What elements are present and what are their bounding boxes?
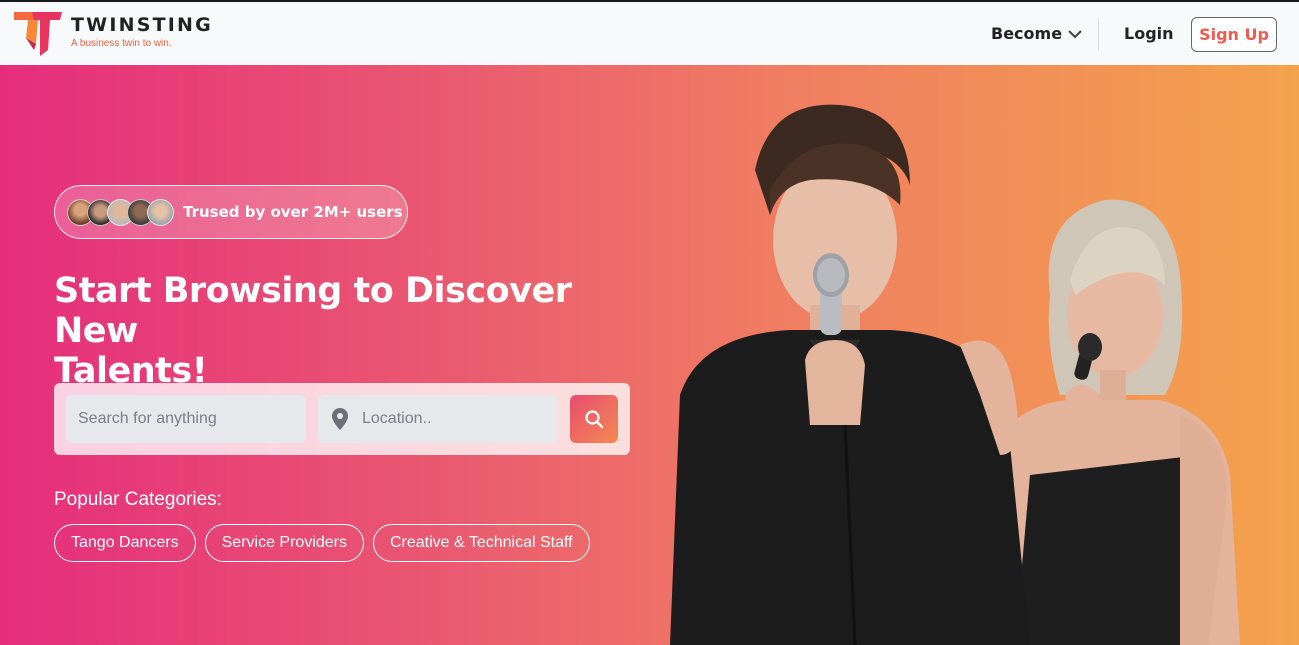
site-header: TWINSTING A business twin to win. Become…: [0, 2, 1299, 65]
hero-section: Trused by over 2M+ users Start Browsing …: [0, 65, 1299, 645]
search-icon: [585, 410, 604, 429]
category-chip-tango-dancers[interactable]: Tango Dancers: [54, 524, 196, 562]
header-divider: [1098, 18, 1099, 50]
trust-badge: Trused by over 2M+ users: [54, 185, 408, 239]
avatar: [147, 199, 174, 226]
twinsting-logo-icon[interactable]: [14, 10, 64, 58]
brand-name[interactable]: TWINSTING: [71, 14, 213, 36]
location-field[interactable]: [318, 395, 558, 443]
search-button[interactable]: [570, 395, 618, 443]
popular-categories-label: Popular Categories:: [54, 489, 222, 510]
search-bar: [54, 383, 630, 455]
become-menu[interactable]: Become: [991, 24, 1082, 43]
brand-tagline: A business twin to win.: [71, 38, 172, 49]
headline-line-1: Start Browsing to Discover New: [54, 271, 572, 351]
hero-headline: Start Browsing to Discover New Talents!: [54, 271, 654, 391]
location-input[interactable]: [362, 395, 552, 443]
location-pin-icon: [332, 408, 348, 430]
search-input[interactable]: [66, 395, 306, 443]
trust-text: Trused by over 2M+ users: [183, 203, 403, 221]
woman-figure: [1000, 199, 1240, 645]
signup-button[interactable]: Sign Up: [1191, 17, 1277, 52]
category-chip-service-providers[interactable]: Service Providers: [204, 524, 364, 562]
become-label: Become: [991, 24, 1063, 43]
category-chip-creative-technical-staff[interactable]: Creative & Technical Staff: [373, 524, 590, 562]
man-figure: [670, 104, 1030, 645]
user-avatars: [67, 199, 177, 226]
login-link[interactable]: Login: [1124, 24, 1174, 43]
category-chips: Tango Dancers Service Providers Creative…: [54, 524, 590, 562]
chevron-down-icon: [1068, 29, 1082, 38]
hero-photo-singers: [670, 104, 1240, 645]
